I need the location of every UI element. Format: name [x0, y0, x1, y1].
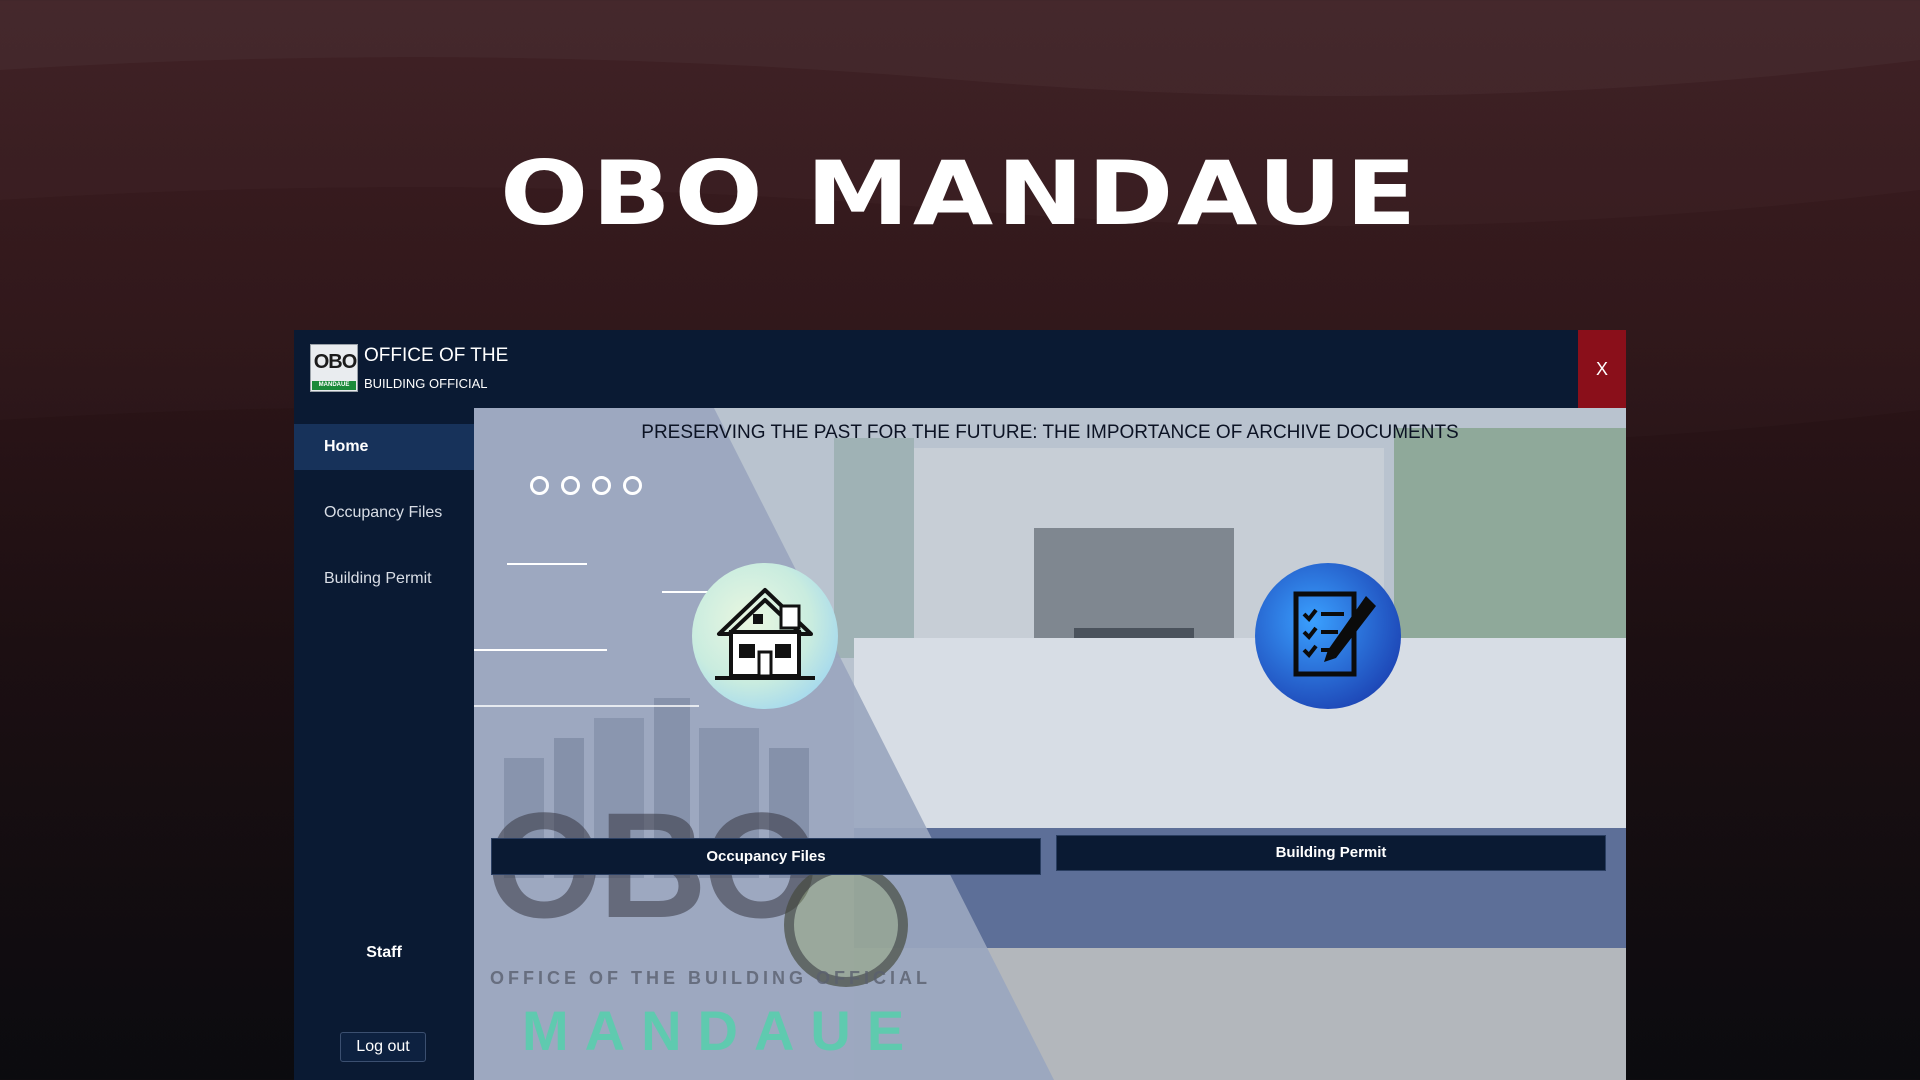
header-title-line2: BUILDING OFFICIAL	[364, 376, 488, 391]
header-title-line1: OFFICE OF THE	[364, 345, 509, 366]
watermark-office-text: OFFICE OF THE BUILDING OFFICIAL	[490, 968, 931, 988]
slider-dot[interactable]	[561, 476, 580, 495]
logo-subtext: MANDAUE	[312, 381, 356, 390]
occupancy-files-button[interactable]: Occupancy Files	[491, 838, 1041, 875]
hero-title: OBO MANDAUE	[499, 142, 1420, 245]
slider-dot[interactable]	[530, 476, 549, 495]
house-icon[interactable]	[691, 562, 839, 710]
obo-logo: OBO MANDAUE	[310, 344, 358, 392]
sidebar-item-home[interactable]: Home	[294, 424, 474, 470]
slider-dot[interactable]	[623, 476, 642, 495]
banner-title: PRESERVING THE PAST FOR THE FUTURE: THE …	[641, 422, 1459, 443]
building-permit-button[interactable]: Building Permit	[1056, 835, 1606, 871]
app-window: OBO MANDAUE OFFICE OF THE BUILDING OFFIC…	[294, 330, 1626, 1080]
slider-dot[interactable]	[592, 476, 611, 495]
logout-button[interactable]: Log out	[340, 1032, 426, 1062]
document-pen-icon[interactable]	[1254, 562, 1402, 710]
sidebar-item-occupancy-files[interactable]: Occupancy Files	[294, 490, 474, 536]
watermark-city-text: MANDAUE	[522, 999, 921, 1062]
close-button[interactable]: X	[1578, 330, 1626, 408]
slider-dots	[530, 476, 642, 495]
sidebar: Home Occupancy Files Building Permit Sta…	[294, 408, 474, 1080]
logo-text: OBO	[313, 351, 358, 373]
staff-label[interactable]: Staff	[294, 944, 474, 962]
main-content: OBO OFFICE OF THE BUILDING OFFICIAL MAND…	[474, 408, 1626, 1080]
app-header: OBO MANDAUE OFFICE OF THE BUILDING OFFIC…	[294, 330, 1626, 408]
sidebar-item-building-permit[interactable]: Building Permit	[294, 556, 474, 602]
